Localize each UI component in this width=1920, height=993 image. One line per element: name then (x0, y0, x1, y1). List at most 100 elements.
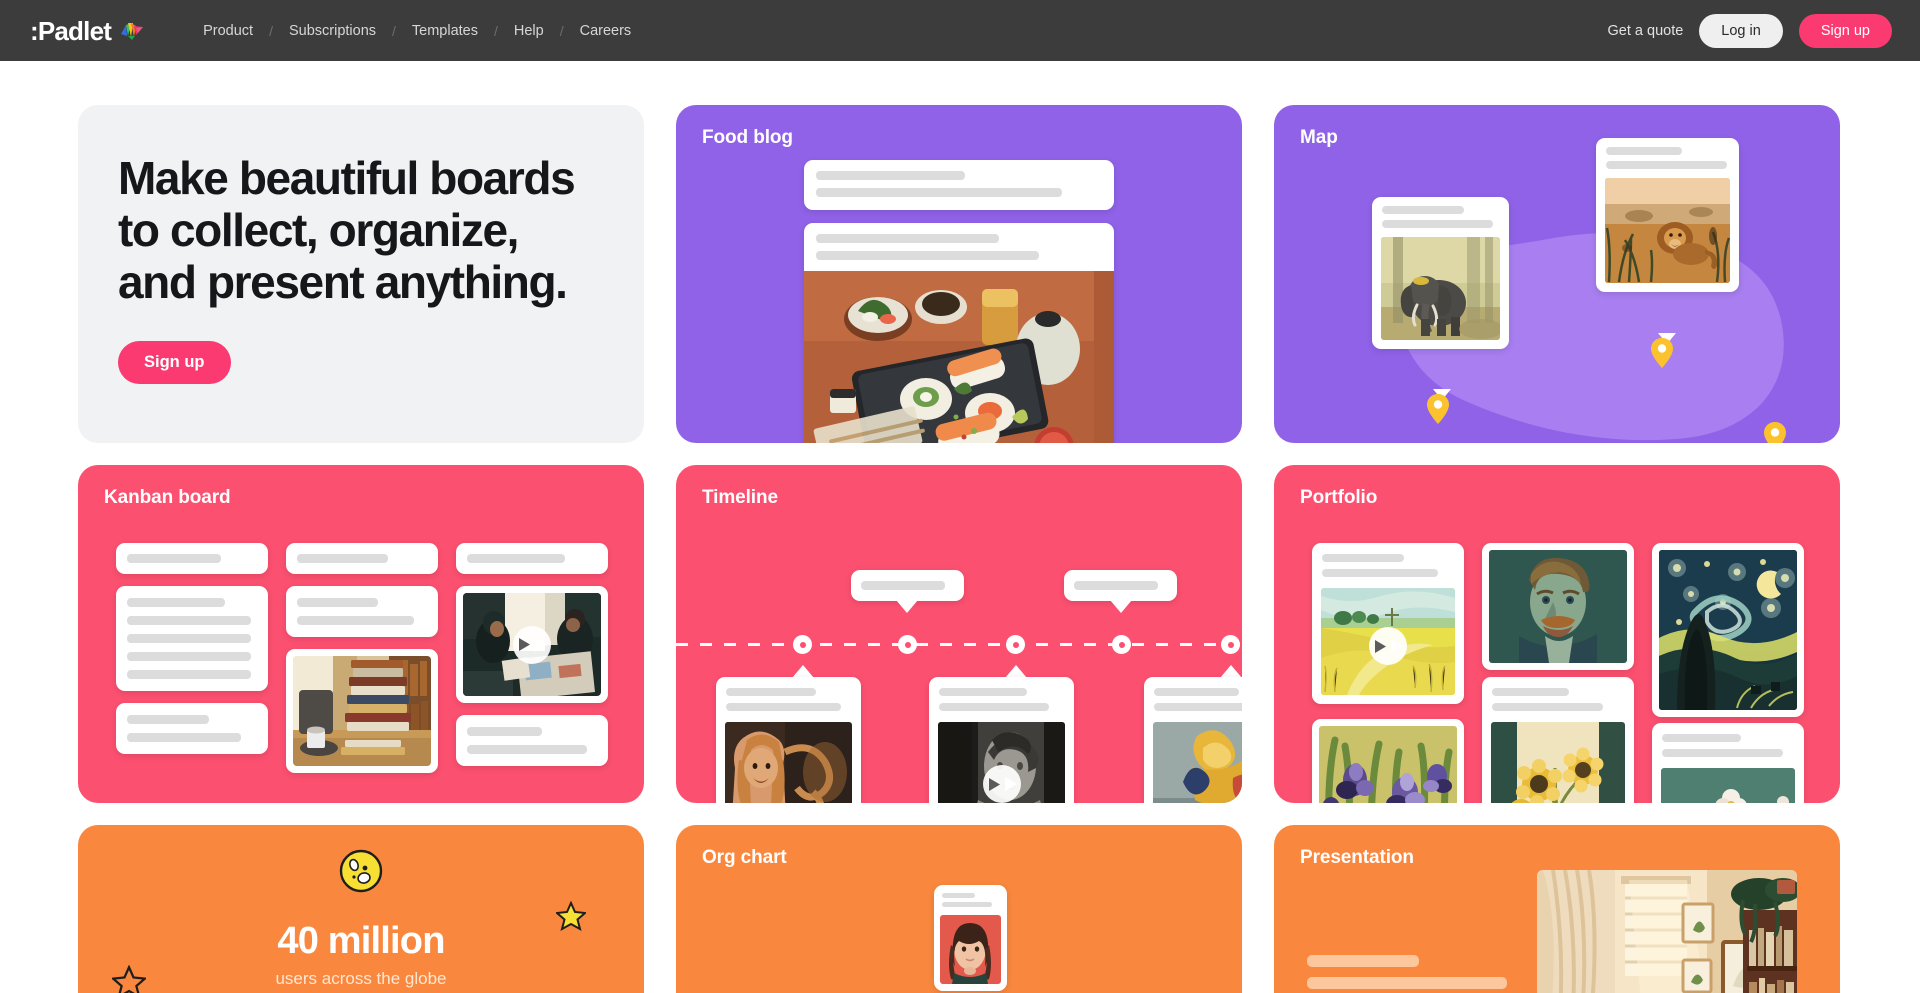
timeline-node[interactable] (793, 635, 812, 654)
sunflowers-image (1491, 722, 1625, 803)
kanban-card (286, 543, 438, 574)
card-timeline[interactable]: Timeline (676, 465, 1242, 803)
starry-night-image (1659, 550, 1797, 710)
presentation-text-placeholders (1307, 955, 1507, 993)
post-card (804, 160, 1114, 210)
kanban-card (456, 715, 608, 766)
placeholder-bar (1307, 955, 1419, 967)
portfolio-card-image (1652, 723, 1804, 803)
placeholder-bar (816, 251, 1040, 260)
card-portfolio[interactable]: Portfolio (1274, 465, 1840, 803)
org-node-card (934, 885, 1007, 991)
card-org-chart[interactable]: Org chart (676, 825, 1242, 993)
placeholder-bar (1074, 581, 1158, 590)
placeholder-bar (297, 554, 388, 563)
padlet-bird-logo-icon (119, 19, 145, 43)
golden-sculpture-image (1153, 722, 1242, 803)
card-presentation[interactable]: Presentation (1274, 825, 1840, 993)
placeholder-bar (939, 703, 1049, 711)
sign-up-button-hero[interactable]: Sign up (118, 340, 231, 384)
placeholder-bar (127, 715, 209, 724)
hero-card: Make beautiful boards to collect, organi… (78, 105, 644, 443)
nav-item-product[interactable]: Product (187, 23, 269, 39)
map-post-lion (1596, 138, 1739, 292)
portfolio-card-image (1482, 677, 1634, 803)
placeholder-bar (861, 581, 945, 590)
portfolio-card-image (1482, 543, 1634, 670)
main-navigation: Product / Subscriptions / Templates / He… (187, 23, 647, 39)
surprised-face-emoji-icon (339, 849, 383, 898)
sushi-image (804, 271, 1114, 443)
placeholder-bar (939, 688, 1027, 696)
placeholder-bar (467, 745, 587, 754)
card-food-blog[interactable]: Food blog (676, 105, 1242, 443)
card-map[interactable]: Map (1274, 105, 1840, 443)
timeline-event-card (716, 677, 861, 803)
stat-caption: users across the globe (275, 969, 447, 988)
placeholder-bar (127, 733, 242, 742)
play-icon[interactable] (1369, 627, 1407, 665)
card-title-presentation: Presentation (1300, 847, 1414, 868)
timeline-node[interactable] (1006, 635, 1025, 654)
log-in-button[interactable]: Log in (1699, 13, 1783, 48)
nav-item-templates[interactable]: Templates (396, 23, 494, 39)
placeholder-bar (1154, 688, 1239, 696)
placeholder-bar (1307, 977, 1507, 989)
card-user-stats: 40 million users across the globe (78, 825, 644, 993)
play-icon[interactable] (982, 765, 1021, 803)
placeholder-bar (467, 727, 543, 736)
brand-logo[interactable]: :Padlet (30, 18, 145, 44)
placeholder-bar (127, 554, 221, 563)
kanban-card (116, 543, 268, 574)
placeholder-bar (1492, 688, 1569, 696)
placeholder-bar (1662, 734, 1742, 742)
placeholder-bar (1606, 147, 1683, 155)
map-pin-icon[interactable] (1763, 421, 1787, 443)
get-a-quote-link[interactable]: Get a quote (1608, 23, 1684, 39)
placeholder-bar (726, 688, 816, 696)
headline-line-3: and present anything. (118, 255, 568, 308)
timeline-node[interactable] (898, 635, 917, 654)
nav-item-careers[interactable]: Careers (564, 23, 648, 39)
kanban-card (116, 703, 268, 754)
timeline-node[interactable] (1112, 635, 1131, 654)
elephant-image (1381, 237, 1500, 340)
placeholder-bar (1662, 749, 1784, 757)
card-kanban-board[interactable]: Kanban board (78, 465, 644, 803)
kanban-card-with-image (286, 649, 438, 773)
irises-image (1319, 726, 1457, 803)
card-title-portfolio: Portfolio (1300, 487, 1378, 508)
placeholder-bar (127, 652, 251, 661)
placeholder-bar (127, 598, 225, 607)
timeline-node[interactable] (1221, 635, 1240, 654)
placeholder-bar (942, 893, 976, 898)
kanban-card (456, 543, 608, 574)
map-post-elephant (1372, 197, 1509, 349)
timeline-event-card-with-video (929, 677, 1074, 803)
portfolio-card-image (1312, 719, 1464, 803)
placeholder-bar (1382, 206, 1464, 214)
placeholder-bar (1382, 220, 1494, 228)
kanban-column (456, 543, 608, 766)
nav-item-subscriptions[interactable]: Subscriptions (273, 23, 392, 39)
portfolio-card-video (1312, 543, 1464, 704)
nav-item-help[interactable]: Help (498, 23, 560, 39)
page-title: Make beautiful boards to collect, organi… (118, 152, 604, 309)
placeholder-bar (127, 616, 251, 625)
sign-up-button-header[interactable]: Sign up (1798, 13, 1892, 48)
card-title-timeline: Timeline (702, 487, 778, 508)
placeholder-bar (1492, 703, 1603, 711)
placeholder-bar (1322, 554, 1404, 562)
kanban-card (286, 586, 438, 637)
books-image (293, 656, 431, 766)
headline-line-2: to collect, organize, (118, 203, 519, 256)
timeline-axis (676, 643, 1242, 646)
placeholder-bar (1154, 703, 1242, 711)
play-icon[interactable] (513, 625, 551, 664)
portrait-image (940, 915, 1001, 984)
map-pin-icon[interactable] (1426, 393, 1450, 430)
header-actions: Get a quote Log in Sign up (1608, 13, 1892, 48)
map-pin-icon[interactable] (1650, 337, 1674, 374)
card-title-map: Map (1300, 127, 1338, 148)
star-icon (110, 964, 148, 993)
